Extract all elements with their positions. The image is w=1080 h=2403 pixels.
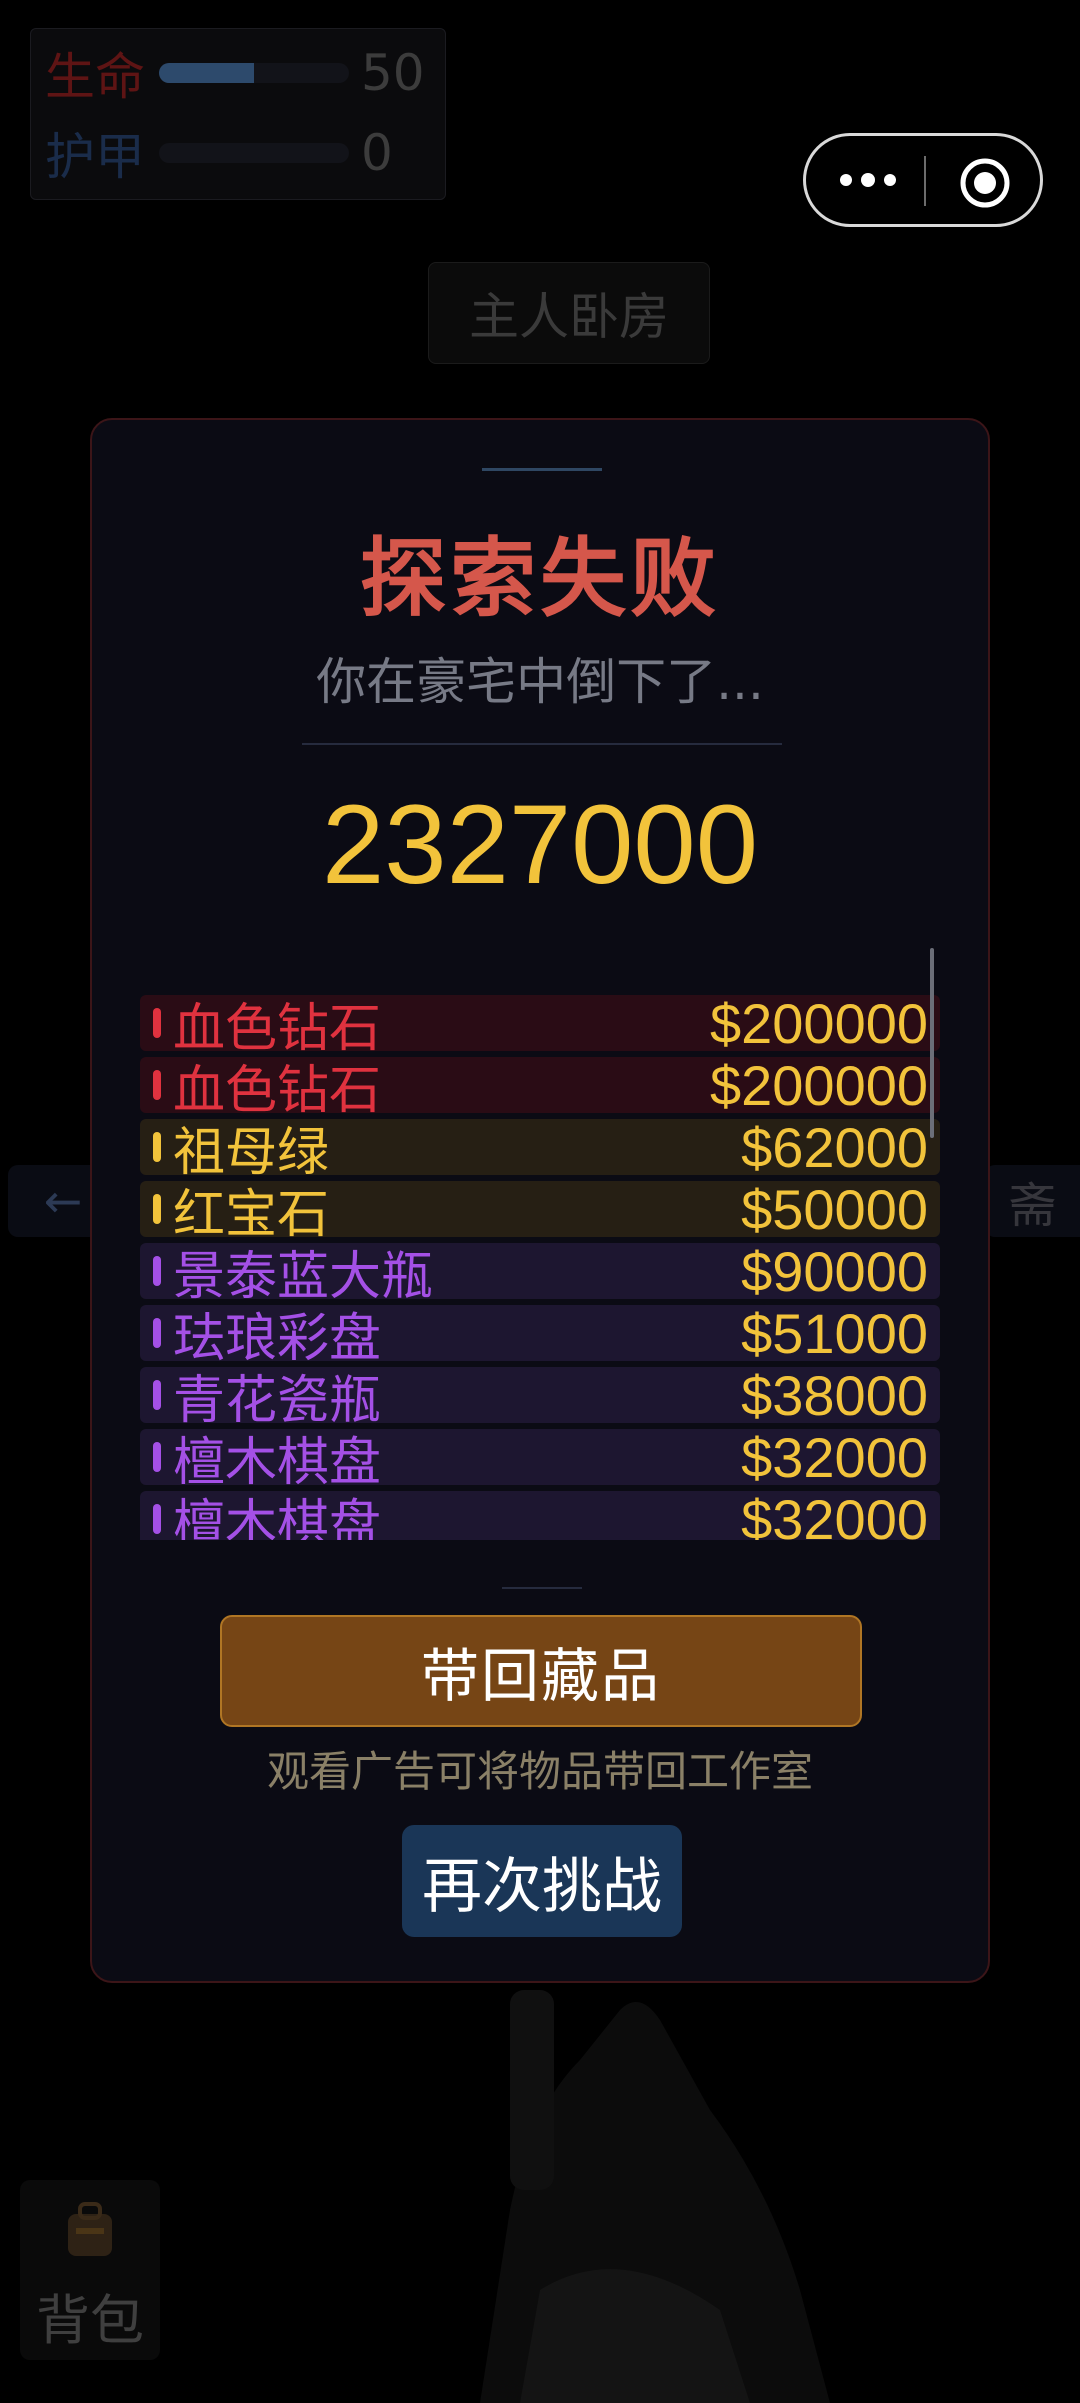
loot-price: $51000 — [741, 1301, 928, 1365]
armor-row: 护甲 0 — [45, 117, 393, 189]
status-panel: 生命 50 护甲 0 — [30, 28, 446, 200]
divider — [302, 743, 782, 745]
rarity-indicator — [153, 1070, 161, 1100]
rarity-indicator — [153, 1194, 161, 1224]
capsule-separator — [924, 156, 926, 206]
loot-row: 檀木棋盘 $32000 — [140, 1488, 940, 1540]
rarity-indicator — [153, 1008, 161, 1038]
loot-price: $62000 — [741, 1115, 928, 1179]
ad-hint-text: 观看广告可将物品带回工作室 — [266, 1747, 813, 1796]
bag-button[interactable]: 背包 — [20, 2180, 160, 2360]
armor-label: 护甲 — [45, 128, 145, 186]
rarity-indicator — [153, 1380, 161, 1410]
more-dots-icon[interactable] — [836, 160, 900, 200]
loot-row: 珐琅彩盘 $51000 — [140, 1302, 940, 1369]
loot-price: $200000 — [709, 995, 928, 1055]
result-modal: 探索失败 你在豪宅中倒下了... 2327000 血色钻石 $200000 血色钻石… — [90, 418, 990, 1983]
game-screen: 生命 50 护甲 0 主人卧房 ← 斋 背包 探索失败 你在豪宅中倒下了... … — [0, 0, 1080, 2403]
retry-button[interactable]: 再次挑战 — [402, 1825, 682, 1937]
divider — [502, 1587, 582, 1589]
loot-name: 檀木棋盘 — [173, 1494, 382, 1541]
loot-list-scrollbar[interactable] — [930, 948, 934, 1138]
location-label: 主人卧房 — [428, 262, 710, 364]
modal-handle — [482, 468, 602, 471]
armor-value: 0 — [361, 124, 393, 182]
rarity-indicator — [153, 1256, 161, 1286]
loot-row: 檀木棋盘 $32000 — [140, 1426, 940, 1493]
modal-subtitle: 你在豪宅中倒下了... — [316, 653, 764, 711]
rarity-indicator — [153, 1132, 161, 1162]
hp-bar-fill — [159, 63, 254, 83]
target-circle-icon[interactable] — [958, 156, 1012, 210]
loot-row: 血色钻石 $200000 — [140, 995, 940, 1059]
rarity-indicator — [153, 1318, 161, 1348]
modal-title: 探索失败 — [360, 529, 720, 629]
loot-price: $32000 — [741, 1487, 928, 1541]
loot-row: 青花瓷瓶 $38000 — [140, 1364, 940, 1431]
bring-back-button[interactable]: 带回藏品 — [220, 1615, 862, 1727]
rarity-indicator — [153, 1504, 161, 1534]
loot-row: 景泰蓝大瓶 $90000 — [140, 1240, 940, 1307]
hp-label: 生命 — [45, 48, 145, 106]
loot-price: $38000 — [741, 1363, 928, 1427]
hp-bar — [159, 63, 349, 83]
loot-list[interactable]: 血色钻石 $200000 血色钻石 $200000 祖母绿 $62000 红宝石 $50000… — [140, 995, 940, 1540]
rarity-indicator — [153, 1442, 161, 1472]
armor-bar — [159, 143, 349, 163]
loot-row: 血色钻石 $200000 — [140, 1054, 940, 1121]
loot-price: $200000 — [709, 1053, 928, 1117]
bag-icon — [68, 2202, 112, 2256]
loot-row: 红宝石 $50000 — [140, 1178, 940, 1245]
bag-label: 背包 — [36, 2289, 144, 2352]
loot-price: $90000 — [741, 1239, 928, 1303]
hp-row: 生命 50 — [45, 37, 425, 109]
loot-row: 祖母绿 $62000 — [140, 1116, 940, 1183]
miniprogram-capsule — [803, 133, 1043, 227]
next-room-button[interactable]: 斋 — [985, 1165, 1080, 1237]
total-value: 2327000 — [321, 782, 759, 907]
weapon-hand-silhouette — [480, 1990, 830, 2403]
loot-price: $50000 — [741, 1177, 928, 1241]
loot-price: $32000 — [741, 1425, 928, 1489]
hp-value: 50 — [361, 44, 425, 102]
